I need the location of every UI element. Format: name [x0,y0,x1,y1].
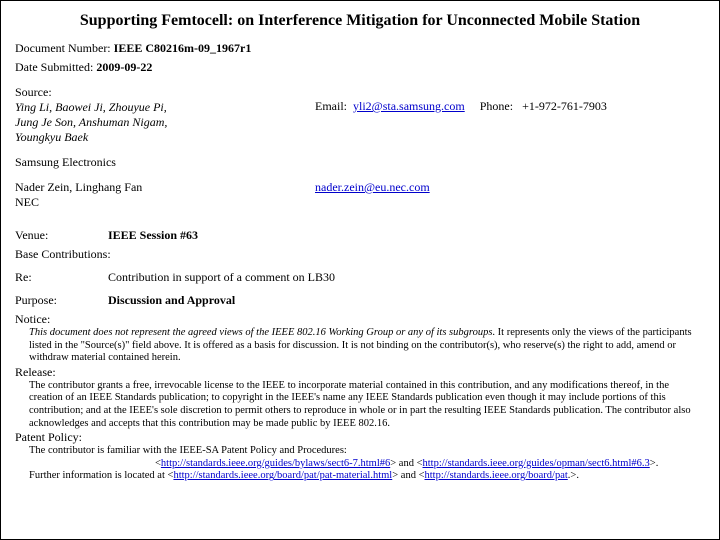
source-names-3: Youngkyu Baek [15,130,315,145]
release-label: Release: [15,365,705,380]
notice-text: This document does not represent the agr… [15,327,705,365]
patent-link-4[interactable]: http://standards.ieee.org/board/pat [425,470,568,481]
doc-number-value: IEEE C80216m-09_1967r1 [114,41,252,55]
email-label: Email: [315,99,347,113]
patent-line2-prefix: Further information is located at [29,470,168,481]
patent-period-3: . [576,470,579,481]
basecon-label: Base Contributions: [15,247,111,261]
re-row: Re: Contribution in support of a comment… [15,270,705,285]
patent-period-1: . [656,458,659,469]
phone-value: +1-972-761-7903 [522,99,607,113]
re-value: Contribution in support of a comment on … [108,270,335,284]
source-block: Source: Ying Li, Baowei Ji, Zhouyue Pi, … [15,85,705,145]
source-email-link[interactable]: yli2@sta.samsung.com [353,99,465,113]
purpose-row: Purpose: Discussion and Approval [15,293,705,308]
doc-number-label: Document Number: [15,41,111,55]
re-label: Re: [15,270,105,285]
patent-and-2: and [398,470,418,481]
patent-link-3[interactable]: http://standards.ieee.org/board/pat/pat-… [173,470,392,481]
venue-value: IEEE Session #63 [108,228,198,242]
source-names-2: Jung Je Son, Anshuman Nigam, [15,115,315,130]
venue-row: Venue: IEEE Session #63 [15,228,705,243]
date-label: Date Submitted: [15,60,93,74]
patent-links-1: <http://standards.ieee.org/guides/bylaws… [15,458,705,471]
basecon-row: Base Contributions: [15,247,705,262]
release-text: The contributor grants a free, irrevocab… [15,380,705,430]
source2-block: Nader Zein, Linghang Fan NEC nader.zein@… [15,180,705,210]
patent-label: Patent Policy: [15,430,705,445]
patent-links-2: Further information is located at <http:… [15,470,705,483]
source2-org: NEC [15,195,315,210]
date-row: Date Submitted: 2009-09-22 [15,60,705,75]
source2-email-link[interactable]: nader.zein@eu.nec.com [315,180,430,194]
page-title: Supporting Femtocell: on Interference Mi… [15,11,705,31]
company-1: Samsung Electronics [15,155,705,170]
patent-link-1[interactable]: http://standards.ieee.org/guides/bylaws/… [161,458,390,469]
purpose-value: Discussion and Approval [108,293,235,307]
phone-label: Phone: [480,99,513,113]
source2-names: Nader Zein, Linghang Fan [15,180,315,195]
patent-and: and [396,458,416,469]
venue-label: Venue: [15,228,105,243]
doc-number-row: Document Number: IEEE C80216m-09_1967r1 [15,41,705,56]
patent-line1: The contributor is familiar with the IEE… [15,445,705,458]
date-value: 2009-09-22 [96,60,152,74]
notice-label: Notice: [15,312,705,327]
source-label: Source: [15,85,315,100]
purpose-label: Purpose: [15,293,105,308]
notice-text-italic: This document does not represent the agr… [29,327,492,338]
source-names-1: Ying Li, Baowei Ji, Zhouyue Pi, [15,100,315,115]
patent-link-2[interactable]: http://standards.ieee.org/guides/opman/s… [423,458,650,469]
